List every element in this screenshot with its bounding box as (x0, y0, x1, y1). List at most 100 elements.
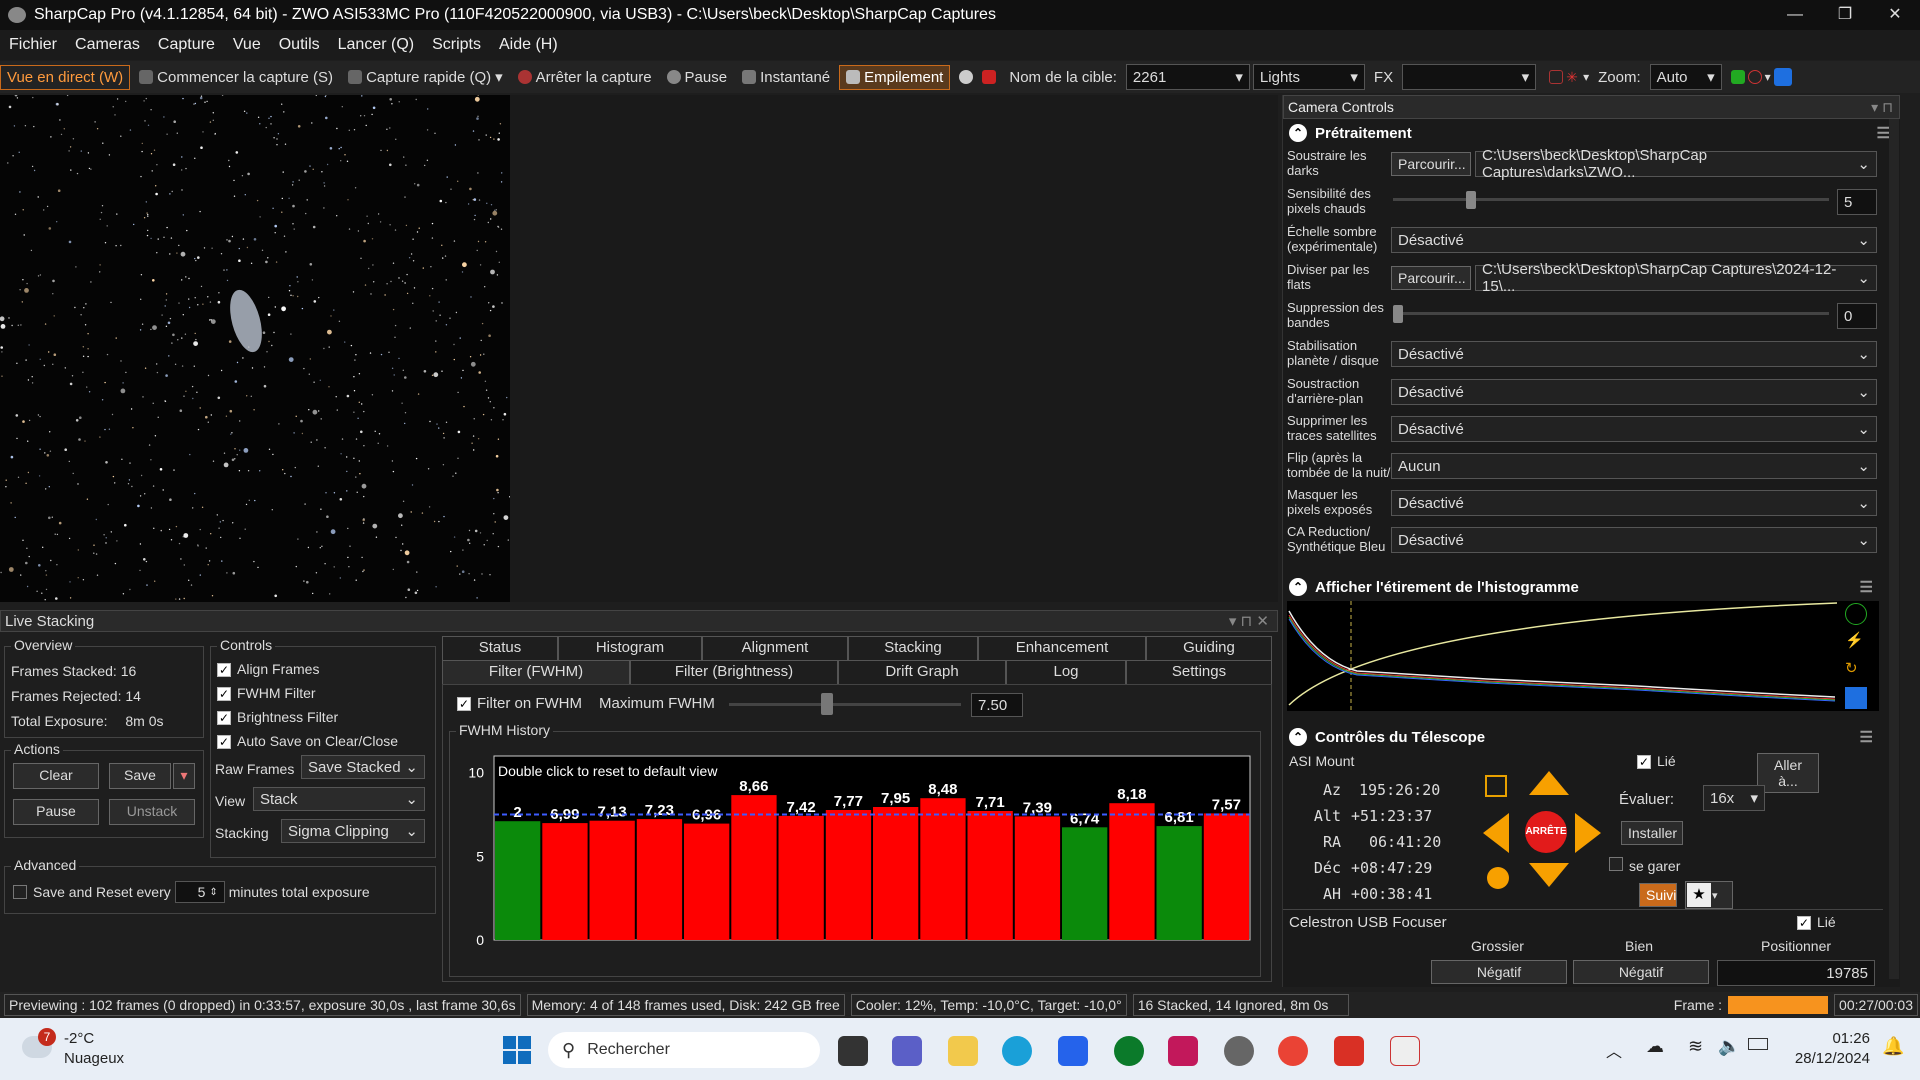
tab-filter-brightness[interactable]: Filter (Brightness) (630, 660, 838, 684)
teams-icon[interactable] (892, 1036, 922, 1066)
battery-icon[interactable] (1748, 1038, 1768, 1050)
sun-icon[interactable] (1487, 867, 1509, 889)
pin-icon[interactable]: ▾ ⊓ (1871, 99, 1893, 116)
chevron-up-icon[interactable]: ︿ (1606, 1038, 1622, 1062)
stop-capture-button[interactable]: Arrêter la capture (512, 66, 658, 89)
pause-button[interactable]: Pause (661, 66, 734, 89)
checkbox[interactable]: ✓ (217, 687, 231, 701)
collapse-icon[interactable]: ⌃ (1289, 728, 1307, 746)
ca-select[interactable]: Désactivé ⌄ (1391, 527, 1877, 553)
task-view-icon[interactable] (838, 1036, 868, 1066)
checkbox[interactable]: ✓ (1637, 755, 1651, 769)
slider-thumb[interactable] (1466, 191, 1476, 209)
checkbox[interactable]: ✓ (1797, 916, 1811, 930)
frame-type-select[interactable]: Lights ▾ (1252, 64, 1365, 90)
target-name-input[interactable]: 2261 ▾ (1125, 64, 1250, 90)
tab-enhancement[interactable]: Enhancement (978, 636, 1146, 660)
start-button[interactable] (503, 1036, 531, 1064)
hot-pixel-value[interactable]: 5 (1837, 189, 1877, 215)
edge-icon[interactable] (1002, 1036, 1032, 1066)
menu-lancer[interactable]: Lancer (Q) (329, 36, 423, 54)
cloud-icon[interactable]: ☁ (1646, 1036, 1664, 1057)
chevron-down-icon[interactable]: ▾ (1765, 70, 1771, 84)
checkbox[interactable]: ✓ (217, 735, 231, 749)
install-button[interactable]: Installer (1621, 821, 1683, 845)
banding-slider[interactable]: 0 (1391, 303, 1877, 329)
maximize-button[interactable]: ❐ (1822, 0, 1868, 30)
goto-button[interactable]: Aller à... (1757, 753, 1819, 793)
collapse-icon[interactable]: ⌃ (1289, 124, 1307, 142)
clock-date[interactable]: 28/12/2024 (1776, 1050, 1870, 1067)
power-icon[interactable] (1845, 603, 1867, 625)
panel-scrollbar[interactable] (1889, 119, 1899, 979)
image-icon[interactable] (982, 70, 997, 84)
clear-button[interactable]: Clear (13, 763, 99, 789)
file-explorer-icon[interactable] (948, 1036, 978, 1066)
tab-log[interactable]: Log (1006, 660, 1126, 684)
pen-icon[interactable] (1773, 68, 1792, 86)
stepper-arrows-icon[interactable]: ⇕ (209, 887, 217, 898)
notification-bell-icon[interactable]: 🔔 (1882, 1036, 1904, 1057)
moon-icon[interactable] (959, 70, 974, 84)
view-select[interactable]: Stack ⌄ (253, 787, 425, 811)
menu-icon[interactable]: ☰ (1860, 728, 1873, 746)
save-icon[interactable] (1845, 687, 1867, 709)
zoom-select[interactable]: Auto ▾ (1649, 64, 1722, 90)
target-icon[interactable] (1747, 70, 1762, 84)
coarse-negative-button[interactable]: Négatif (1431, 960, 1567, 984)
weather-desc[interactable]: Nuageux (64, 1050, 124, 1067)
close-button[interactable]: ✕ (1872, 0, 1918, 30)
crosshair-icon[interactable]: ✳ (1566, 70, 1580, 84)
snapshot-button[interactable]: Instantané (736, 66, 836, 89)
south-arrow-button[interactable] (1529, 863, 1569, 887)
quick-capture-button[interactable]: Capture rapide (Q) ▾ (342, 65, 509, 89)
focuser-linked[interactable]: ✓ Lié (1797, 914, 1836, 930)
menu-fichier[interactable]: Fichier (0, 36, 66, 54)
browse-flats-button[interactable]: Parcourir... (1391, 266, 1471, 290)
histogram-plot[interactable] (1287, 601, 1879, 711)
fwhm-filter-option[interactable]: ✓ FWHM Filter (217, 681, 398, 705)
preprocessing-header[interactable]: ⌃ Prétraitement ☰ (1283, 119, 1900, 147)
focuser-position-input[interactable]: 19785 (1717, 960, 1875, 986)
refresh-icon[interactable]: ↻ (1845, 659, 1867, 681)
fx-select[interactable]: ▾ (1402, 64, 1537, 90)
park-icon[interactable] (1485, 775, 1507, 797)
satellite-select[interactable]: Désactivé ⌄ (1391, 416, 1877, 442)
slider-thumb[interactable] (1393, 305, 1403, 323)
max-fwhm-slider[interactable] (729, 703, 961, 706)
save-button[interactable]: Save (109, 763, 171, 789)
tab-filter-fwhm[interactable]: Filter (FWHM) (442, 660, 630, 684)
fwhm-history-chart[interactable]: 05102 6,99 7,13 7,23 6,968,667,42 7,77 7,958,4… (454, 738, 1254, 974)
checkbox[interactable]: ✓ (217, 663, 231, 677)
save-dropdown-button[interactable]: ▾ (173, 763, 195, 789)
menu-vue[interactable]: Vue (224, 36, 270, 54)
menu-cameras[interactable]: Cameras (66, 36, 149, 54)
menu-outils[interactable]: Outils (270, 36, 329, 54)
tab-status[interactable]: Status (442, 636, 558, 660)
flip-select[interactable]: Aucun ⌄ (1391, 453, 1877, 479)
histogram-header[interactable]: ⌃ Afficher l'étirement de l'histogramme ☰ (1283, 573, 1883, 601)
tab-drift-graph[interactable]: Drift Graph (838, 660, 1006, 684)
checkbox[interactable]: ✓ (457, 696, 471, 711)
stop-mount-button[interactable]: ARRÊTE (1525, 811, 1567, 853)
north-arrow-button[interactable] (1529, 771, 1569, 795)
minutes-stepper[interactable]: 5 ⇕ (174, 881, 225, 903)
tracking-button[interactable]: Suivi (1639, 883, 1677, 907)
tab-guiding[interactable]: Guiding (1146, 636, 1272, 660)
tab-stacking[interactable]: Stacking (848, 636, 978, 660)
checkbox[interactable]: ✓ (217, 711, 231, 725)
menu-scripts[interactable]: Scripts (423, 36, 490, 54)
telescope-header[interactable]: ⌃ Contrôles du Télescope ☰ (1283, 723, 1883, 751)
stacking-button[interactable]: Empilement (839, 64, 951, 90)
wifi-icon[interactable]: ≋ (1688, 1036, 1703, 1057)
checkbox[interactable] (1609, 857, 1623, 871)
start-capture-button[interactable]: Commencer la capture (S) (133, 66, 339, 89)
clock-time[interactable]: 01:26 (1790, 1030, 1870, 1047)
menu-icon[interactable]: ☰ (1877, 124, 1890, 142)
snipping-tool-icon[interactable] (1390, 1036, 1420, 1066)
live-image-view[interactable] (0, 95, 510, 602)
anydesk-icon[interactable] (1334, 1036, 1364, 1066)
lightning-icon[interactable]: ⚡ (1845, 631, 1867, 653)
collapse-icon[interactable]: ⌃ (1289, 578, 1307, 596)
histogram-icon[interactable] (1730, 70, 1745, 84)
